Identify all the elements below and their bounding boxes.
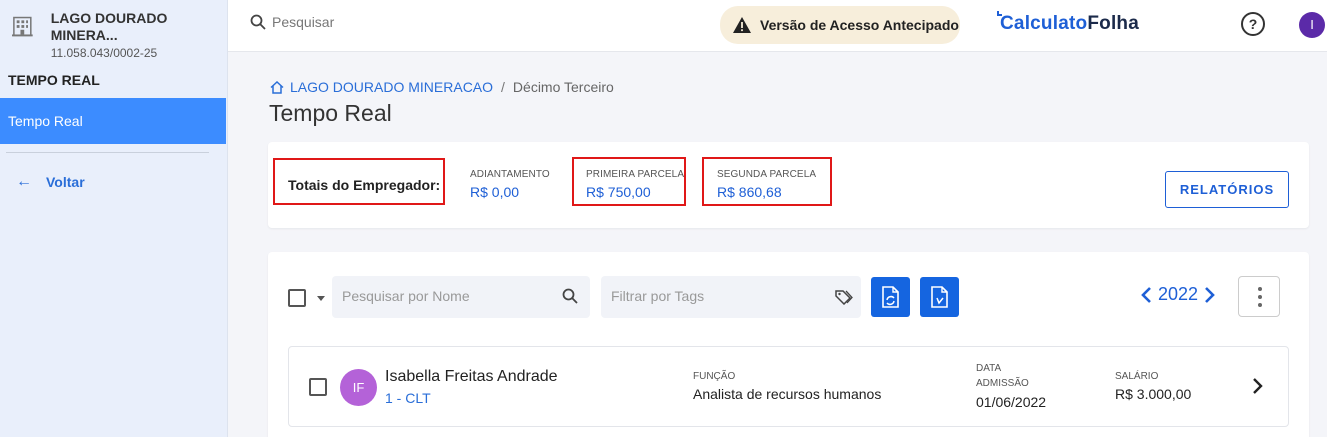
home-icon[interactable] (270, 80, 284, 94)
sidebar: LAGO DOURADO MINERA... 11.058.043/0002-2… (0, 0, 228, 437)
logo-text-1: Calculato (1000, 13, 1088, 34)
totals-label: Totais do Empregador: (288, 177, 441, 193)
user-avatar[interactable]: I (1299, 12, 1325, 38)
admissao-value: 01/06/2022 (976, 394, 1047, 410)
employee-contract: 1 - CLT (385, 390, 431, 406)
select-all-checkbox[interactable] (288, 289, 306, 307)
recalculate-button[interactable] (871, 277, 910, 317)
help-icon[interactable]: ? (1241, 12, 1265, 36)
building-icon (12, 16, 33, 37)
segunda-parcela-value: R$ 860,68 (717, 184, 782, 200)
name-search-input[interactable]: Pesquisar por Nome (332, 276, 590, 318)
primeira-parcela-value: R$ 750,00 (586, 184, 651, 200)
table-row[interactable]: IF Isabella Freitas Andrade 1 - CLT FUNÇ… (288, 346, 1289, 427)
chevron-left-icon[interactable] (1140, 286, 1152, 304)
name-search-placeholder: Pesquisar por Nome (342, 288, 470, 304)
more-vert-icon-dot (1258, 295, 1262, 299)
early-access-text: Versão de Acesso Antecipado (760, 17, 959, 33)
chevron-right-icon[interactable] (1204, 286, 1216, 304)
page-title: Tempo Real (269, 100, 392, 126)
segunda-parcela-label: SEGUNDA PARCELA (717, 169, 817, 180)
recalculate-all-button[interactable] (920, 277, 959, 317)
logo: CalculatoFolha (997, 11, 1139, 35)
funcao-value: Analista de recursos humanos (693, 386, 882, 402)
back-link[interactable]: ← Voltar (0, 153, 227, 191)
tags-filter-input[interactable]: Filtrar por Tags (601, 276, 861, 318)
admissao-label-2: ADMISSÃO (976, 378, 1029, 389)
company-selector[interactable]: LAGO DOURADO MINERA... 11.058.043/0002-2… (0, 0, 227, 60)
warning-icon (733, 17, 751, 33)
section-title: TEMPO REAL (8, 72, 100, 88)
row-checkbox[interactable] (309, 378, 327, 396)
admissao-label-1: DATA (976, 363, 1002, 374)
global-search-placeholder: Pesquisar (272, 14, 335, 30)
breadcrumb: LAGO DOURADO MINERACAO / Décimo Terceiro (270, 79, 614, 95)
chevron-right-icon[interactable] (1251, 377, 1263, 395)
topbar: Pesquisar Versão de Acesso Antecipado Ca… (228, 0, 1327, 52)
more-vert-icon (1258, 287, 1262, 291)
logo-mark-icon (997, 11, 1002, 16)
salario-value: R$ 3.000,00 (1115, 386, 1192, 402)
back-label: Voltar (46, 174, 85, 190)
breadcrumb-company[interactable]: LAGO DOURADO MINERACAO (290, 79, 493, 95)
primeira-parcela-label: PRIMEIRA PARCELA (586, 169, 685, 180)
breadcrumb-separator: / (501, 79, 505, 95)
global-search[interactable]: Pesquisar (250, 14, 334, 30)
avatar: IF (340, 369, 377, 406)
relatorios-button[interactable]: RELATÓRIOS (1165, 171, 1289, 208)
more-options-button[interactable] (1238, 276, 1280, 317)
year-value: 2022 (1158, 284, 1199, 304)
salario-label: SALÁRIO (1115, 371, 1159, 382)
more-vert-icon-dot (1258, 303, 1262, 307)
adiantamento-label: ADIANTAMENTO (470, 169, 550, 180)
employee-list-card: Pesquisar por Nome Filtrar por Tags 2022… (268, 252, 1309, 437)
chevron-down-icon[interactable] (317, 296, 325, 301)
funcao-label: FUNÇÃO (693, 371, 736, 382)
company-name: LAGO DOURADO MINERA... (50, 10, 168, 43)
document-refresh-icon (931, 286, 948, 308)
totals-card: Totais do Empregador: ADIANTAMENTO R$ 0,… (268, 142, 1309, 228)
search-icon[interactable] (562, 288, 578, 304)
arrow-left-icon: ← (16, 173, 32, 190)
sidebar-item-tempo-real[interactable]: Tempo Real (0, 98, 226, 144)
logo-text-2: Folha (1087, 13, 1139, 34)
document-sync-icon (882, 286, 899, 308)
employee-name: Isabella Freitas Andrade (385, 368, 558, 385)
breadcrumb-current: Décimo Terceiro (512, 79, 614, 95)
adiantamento-value: R$ 0,00 (470, 184, 520, 200)
year-selector: 2022 (1140, 284, 1216, 305)
search-icon (250, 14, 266, 30)
early-access-badge: Versão de Acesso Antecipado (720, 6, 960, 44)
tags-filter-placeholder: Filtrar por Tags (611, 288, 705, 304)
company-cnpj: 11.058.043/0002-25 (50, 46, 158, 60)
tag-icon (835, 290, 853, 305)
